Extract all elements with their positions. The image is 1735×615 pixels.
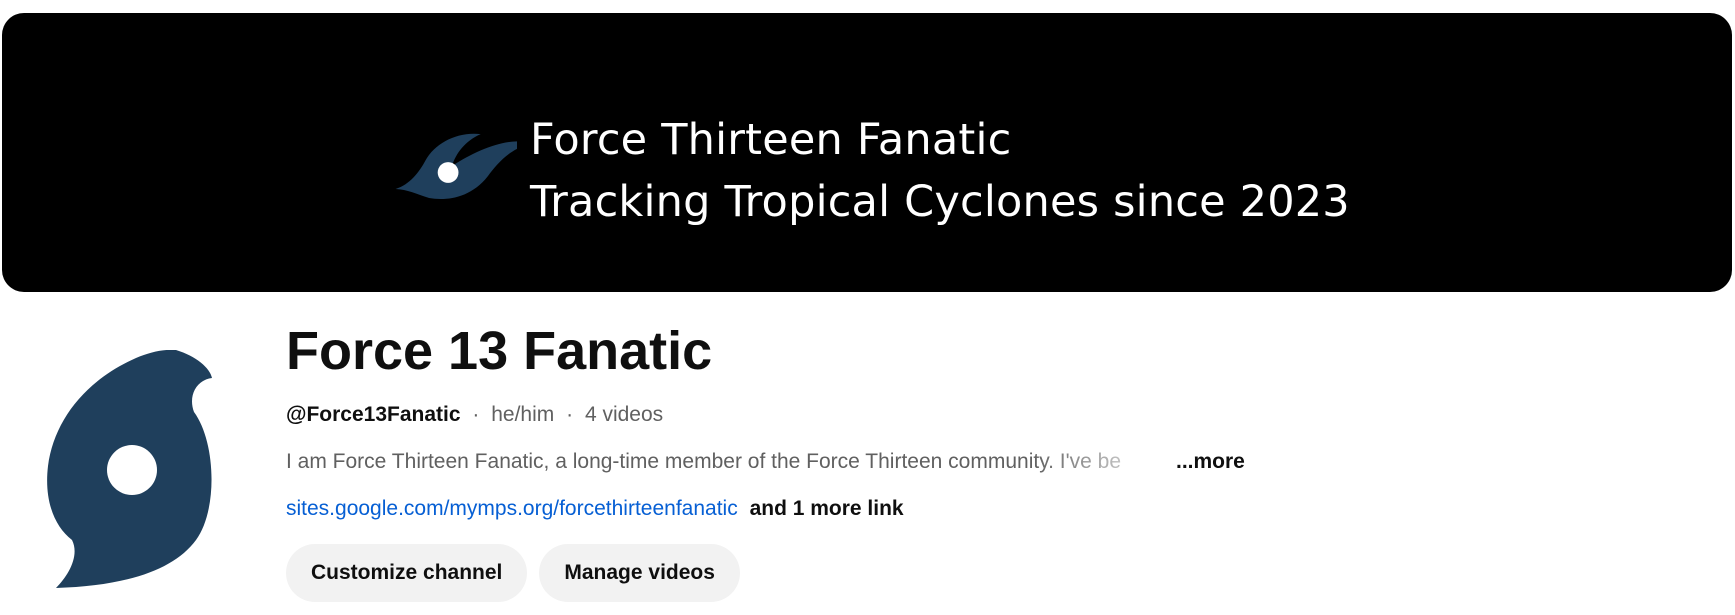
more-button[interactable]: ...more — [1176, 447, 1245, 477]
video-count: 4 videos — [584, 403, 664, 426]
channel-meta: @Force13Fanatic · he/him · 4 videos — [286, 400, 1486, 430]
hurricane-icon — [47, 350, 212, 588]
more-links-button[interactable]: and 1 more link — [750, 497, 904, 520]
banner-subtitle: Tracking Tropical Cyclones since 2023 — [530, 177, 1350, 227]
channel-pronouns: he/him — [491, 403, 555, 426]
separator-dot: · — [472, 403, 480, 426]
channel-banner: Force Thirteen Fanatic Tracking Tropical… — [2, 13, 1732, 292]
channel-name: Force 13 Fanatic — [286, 321, 713, 381]
customize-channel-button[interactable]: Customize channel — [286, 544, 528, 602]
separator-dot: · — [566, 403, 574, 426]
hurricane-icon — [395, 133, 517, 199]
channel-info: Force 13 Fanatic @Force13Fanatic · he/hi… — [286, 316, 1486, 602]
channel-links: sites.google.com/mymps.org/forcethirteen… — [286, 494, 1486, 524]
channel-link[interactable]: sites.google.com/mymps.org/forcethirteen… — [286, 497, 738, 520]
description-text: I am Force Thirteen Fanatic, a long-time… — [286, 450, 1122, 473]
channel-description[interactable]: I am Force Thirteen Fanatic, a long-time… — [286, 447, 1486, 477]
channel-avatar[interactable] — [46, 350, 218, 590]
manage-videos-button[interactable]: Manage videos — [539, 544, 740, 602]
banner-title: Force Thirteen Fanatic — [530, 115, 1012, 165]
channel-actions: Customize channel Manage videos — [286, 544, 1486, 602]
banner-text: Force Thirteen Fanatic Tracking Tropical… — [530, 109, 1350, 233]
channel-handle: @Force13Fanatic — [286, 403, 461, 426]
